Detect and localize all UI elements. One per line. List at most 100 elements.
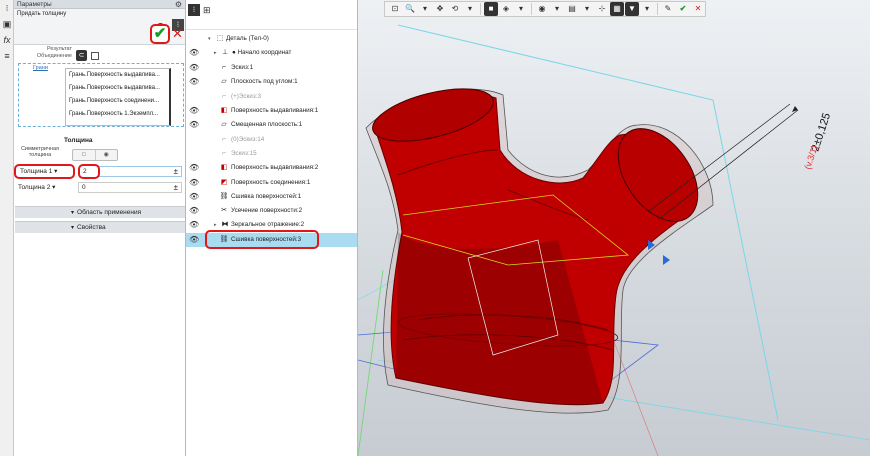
section-properties[interactable]: ▾ Свойства (15, 221, 185, 233)
tree-item[interactable]: 👁 ✂ Усечение поверхности:2 (186, 204, 357, 218)
result-label-line2: Объединение (36, 53, 72, 59)
orient-icon[interactable]: ⟲ (448, 2, 462, 16)
tree-item[interactable]: ⌐ (0)Эскиз:14 (186, 133, 357, 147)
faces-list[interactable]: Грань.Поверхность выдавлива... Грань.Пов… (65, 68, 171, 126)
zoom-window-icon[interactable]: ⊡ (388, 2, 402, 16)
gear-icon[interactable]: ⚙ (175, 0, 185, 9)
tree-item[interactable]: 👁 ⛓ Сшивка поверхностей:1 (186, 190, 357, 204)
symmetric-on-icon[interactable]: ◉ (94, 150, 118, 160)
tree-view-icon[interactable]: ⁝ (188, 4, 200, 16)
section-icon[interactable]: ▤ (565, 2, 579, 16)
parameters-header: Параметры ⚙ (14, 0, 185, 9)
list-item[interactable]: Грань.Поверхность соединени... (66, 95, 169, 108)
pan-icon[interactable]: ✥ (433, 2, 447, 16)
eye-icon[interactable]: 👁 (189, 176, 199, 190)
eye-icon[interactable]: 👁 (189, 233, 199, 247)
close-icon[interactable]: ✕ (691, 2, 705, 16)
tree-item[interactable]: 👁 ▸ ⊥ ● Начало координат (186, 46, 357, 60)
chevron-down-icon[interactable]: ▾ (463, 2, 477, 16)
selection-highlight (205, 230, 319, 249)
snap-icon[interactable]: ⊹ (595, 2, 609, 16)
apply-check-icon[interactable]: ✔ (676, 2, 690, 16)
sketch-icon: ⌐ (221, 93, 227, 100)
filter-active-icon[interactable]: ▦ (610, 2, 624, 16)
result-checkbox[interactable] (91, 52, 99, 60)
eye-icon[interactable]: 👁 (189, 218, 199, 232)
eye-icon[interactable]: 👁 (189, 118, 199, 132)
filter-icon[interactable]: ▼ (625, 2, 639, 16)
section-scope[interactable]: ▾ Область применения (15, 206, 185, 218)
tree-item[interactable]: ⌐ (+)Эскиз:3 (186, 90, 357, 104)
thickness1-label[interactable]: Толщина 1 ▾ (14, 164, 75, 179)
tree-item[interactable]: 👁 ◧ Поверхность выдавливания:2 (186, 161, 357, 175)
chevron-down-icon[interactable]: ▾ (514, 2, 528, 16)
ok-button[interactable]: ✔ (150, 24, 170, 44)
display-style-icon[interactable]: ◈ (499, 2, 513, 16)
list-item[interactable]: Грань.Поверхность 1.Экземпл... (66, 108, 169, 121)
menu-icon[interactable]: ≡ (1, 50, 13, 62)
eye-icon[interactable]: 👁 (189, 75, 199, 89)
tree-item[interactable]: ⌐ Эскиз:15 (186, 147, 357, 161)
thickness1-input[interactable]: 2 (78, 164, 100, 179)
thickness2-input[interactable]: 0 ± (78, 182, 182, 193)
variables-icon[interactable]: fx (1, 34, 13, 46)
tree-item[interactable]: 👁 ◧ Поверхность выдавливания:1 (186, 104, 357, 118)
chevron-down-icon[interactable]: ▾ (580, 2, 594, 16)
union-icon[interactable]: ⊂ (76, 50, 87, 61)
model-tree: ⁝ ⊞ ▾ ⬚ Деталь (Тел-0) 👁 ▸ ⊥ ● Начало ко… (186, 0, 358, 456)
tree-root[interactable]: ▾ ⬚ Деталь (Тел-0) (186, 32, 357, 46)
result-label-line1: Результат (46, 46, 72, 52)
chevron-down-icon: ▾ (71, 225, 75, 231)
tree-root-label: Деталь (Тел-0) (226, 35, 269, 42)
faces-link[interactable]: Грани (33, 65, 48, 71)
drag-handle-icon[interactable] (663, 255, 670, 265)
thickness1-spin[interactable]: ± (98, 166, 182, 177)
thickness1-label-text: Толщина 1 (20, 168, 53, 175)
tree-item[interactable]: 👁 ⌐ Эскиз:1 (186, 61, 357, 75)
list-item[interactable]: Грань.Поверхность выдавлива... (66, 82, 169, 95)
parameters-icon[interactable]: ▣ (1, 18, 13, 30)
symmetric-toggle[interactable]: □ ◉ (72, 149, 118, 161)
tree-item-label: Смещенная плоскость:1 (231, 121, 303, 128)
shaded-cube-icon[interactable]: ■ (484, 2, 498, 16)
tree-structure-icon[interactable]: ⊞ (203, 5, 211, 16)
chevron-down-icon[interactable]: ▾ (550, 2, 564, 16)
chevron-down-icon[interactable]: ▾ (640, 2, 654, 16)
spin-icon[interactable]: ± (174, 183, 178, 193)
tree-item-label: Плоскость под углом:1 (231, 78, 298, 85)
sketch-icon: ⌐ (221, 136, 227, 143)
model-scene[interactable]: 2±0,125 (v.3/1) (358, 0, 870, 456)
eye-icon[interactable]: 👁 (189, 61, 199, 75)
symmetric-label: Симметричная толщина (16, 146, 64, 158)
pick-icon[interactable]: ✎ (661, 2, 675, 16)
chevron-down-icon: ▾ (54, 168, 58, 175)
visibility-icon[interactable]: ◉ (535, 2, 549, 16)
eye-icon[interactable]: 👁 (189, 104, 199, 118)
tree-item[interactable]: 👁 ▱ Смещенная плоскость:1 (186, 118, 357, 132)
tree-item-label: (+)Эскиз:3 (231, 93, 261, 100)
zoom-icon[interactable]: 🔍 (403, 2, 417, 16)
tree-icon[interactable]: ⁝ (1, 2, 13, 14)
eye-icon[interactable]: 👁 (189, 46, 199, 60)
tree-item[interactable]: 👁 ◩ Поверхность соединения:1 (186, 176, 357, 190)
symmetric-off-icon[interactable]: □ (73, 150, 95, 160)
thickness2-label[interactable]: Толщина 2 ▾ (18, 183, 74, 193)
eye-icon[interactable]: 👁 (189, 204, 199, 218)
list-item[interactable]: Грань.Поверхность выдавлива... (66, 69, 169, 82)
cancel-button[interactable]: ✕ (172, 27, 183, 41)
eye-icon[interactable]: 👁 (189, 190, 199, 204)
command-name: Придать толщину (17, 11, 67, 17)
dimension-subtext: (v.3/1) (802, 144, 819, 171)
tree-item[interactable]: 👁 ▱ Плоскость под углом:1 (186, 75, 357, 89)
tree-item-label: Сшивка поверхностей:1 (231, 193, 302, 200)
chevron-down-icon: ▾ (71, 210, 75, 216)
thickness2-label-text: Толщина 2 (18, 184, 51, 191)
plane-icon: ▱ (221, 121, 227, 128)
expand-icon[interactable]: ▸ (214, 46, 217, 60)
chevron-down-icon[interactable]: ▾ (418, 2, 432, 16)
eye-icon[interactable]: 👁 (189, 161, 199, 175)
separator (531, 3, 532, 15)
expand-icon[interactable]: ▾ (208, 32, 211, 46)
section-scope-label: Область применения (77, 209, 142, 216)
tree-item-label: (0)Эскиз:14 (231, 136, 265, 143)
